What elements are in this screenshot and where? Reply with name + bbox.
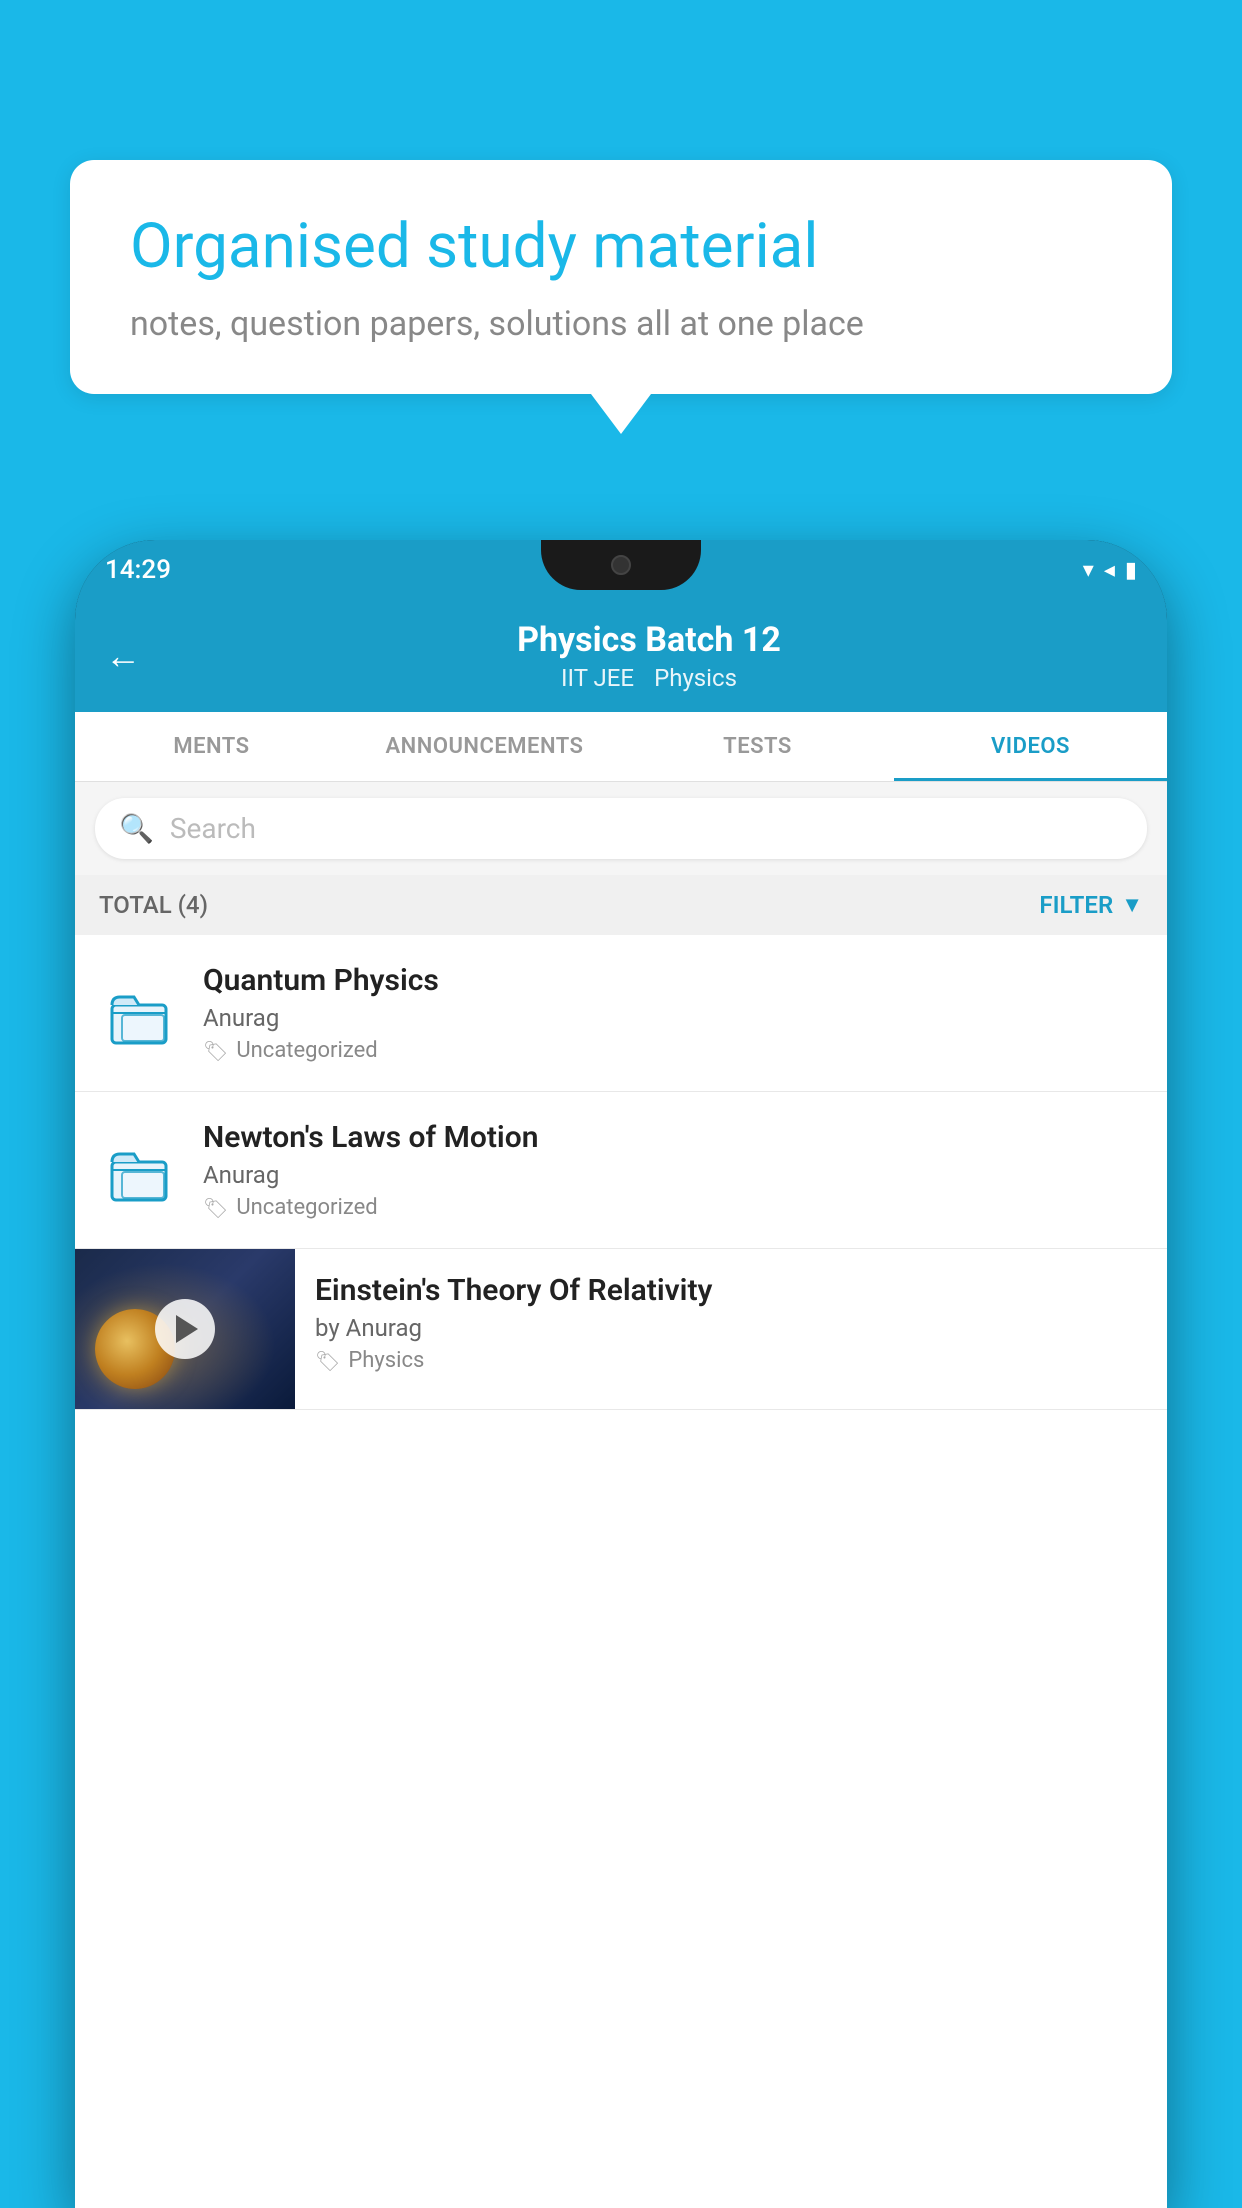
filter-icon: ▼ [1121, 892, 1143, 918]
list-item[interactable]: Newton's Laws of Motion Anurag 🏷 Uncateg… [75, 1092, 1167, 1249]
header-tag-iitjee: IIT JEE [561, 664, 634, 692]
back-button[interactable]: ← [105, 635, 141, 677]
battery-icon: ▮ [1125, 558, 1137, 583]
tab-ments[interactable]: MENTS [75, 712, 348, 781]
front-camera [611, 555, 631, 575]
search-icon: 🔍 [119, 812, 154, 845]
play-button[interactable] [155, 1299, 215, 1359]
bubble-title: Organised study material [130, 210, 1112, 284]
video-thumbnail [75, 1249, 295, 1409]
video-list-item[interactable]: Einstein's Theory Of Relativity by Anura… [75, 1249, 1167, 1410]
tag-icon: 🏷 [203, 1039, 228, 1063]
item-title: Newton's Laws of Motion [203, 1120, 1143, 1155]
item-tag: 🏷 Uncategorized [203, 1195, 1143, 1220]
tag-icon: 🏷 [203, 1196, 228, 1220]
folder-icon-wrap [99, 973, 179, 1053]
search-container: 🔍 Search [75, 782, 1167, 875]
video-author: by Anurag [315, 1314, 1147, 1342]
folder-icon-wrap [99, 1130, 179, 1210]
batch-title: Physics Batch 12 [161, 620, 1137, 660]
tag-label: Physics [348, 1348, 424, 1373]
item-info: Quantum Physics Anurag 🏷 Uncategorized [203, 963, 1143, 1063]
tag-label: Uncategorized [236, 1195, 377, 1220]
speech-bubble: Organised study material notes, question… [70, 160, 1172, 394]
header-title-block: Physics Batch 12 IIT JEE Physics [161, 620, 1137, 692]
tab-announcements[interactable]: ANNOUNCEMENTS [348, 712, 621, 781]
header-tag-physics: Physics [654, 664, 737, 692]
header-tags: IIT JEE Physics [161, 664, 1137, 692]
filter-button[interactable]: FILTER ▼ [1039, 891, 1143, 919]
tag-icon: 🏷 [315, 1349, 340, 1373]
item-author: Anurag [203, 1004, 1143, 1032]
play-icon [176, 1315, 198, 1343]
status-icons: ▾ ◂ ▮ [1083, 558, 1137, 583]
video-info: Einstein's Theory Of Relativity by Anura… [295, 1249, 1167, 1397]
tab-tests[interactable]: TESTS [621, 712, 894, 781]
status-bar: 14:29 ▾ ◂ ▮ [75, 540, 1167, 600]
video-title: Einstein's Theory Of Relativity [315, 1273, 1147, 1308]
item-author: Anurag [203, 1161, 1143, 1189]
filter-label: FILTER [1039, 891, 1113, 919]
phone-screen: MENTS ANNOUNCEMENTS TESTS VIDEOS 🔍 Searc… [75, 712, 1167, 2208]
search-bar[interactable]: 🔍 Search [95, 798, 1147, 859]
folder-icon [104, 983, 174, 1043]
tag-label: Uncategorized [236, 1038, 377, 1063]
bubble-subtitle: notes, question papers, solutions all at… [130, 304, 1112, 344]
tabs: MENTS ANNOUNCEMENTS TESTS VIDEOS [75, 712, 1167, 782]
item-tag: 🏷 Uncategorized [203, 1038, 1143, 1063]
video-tag: 🏷 Physics [315, 1348, 1147, 1373]
notch [541, 540, 701, 590]
phone-frame: 14:29 ▾ ◂ ▮ ← Physics Batch 12 IIT JEE P… [75, 540, 1167, 2208]
status-time: 14:29 [105, 555, 171, 585]
total-count: TOTAL (4) [99, 891, 208, 919]
list-item[interactable]: Quantum Physics Anurag 🏷 Uncategorized [75, 935, 1167, 1092]
item-info: Newton's Laws of Motion Anurag 🏷 Uncateg… [203, 1120, 1143, 1220]
item-title: Quantum Physics [203, 963, 1143, 998]
tab-videos[interactable]: VIDEOS [894, 712, 1167, 781]
wifi-icon: ▾ [1083, 558, 1094, 583]
app-header: ← Physics Batch 12 IIT JEE Physics [75, 600, 1167, 712]
signal-icon: ◂ [1104, 558, 1115, 583]
filter-bar: TOTAL (4) FILTER ▼ [75, 875, 1167, 935]
folder-icon [104, 1140, 174, 1200]
search-placeholder: Search [170, 812, 256, 845]
